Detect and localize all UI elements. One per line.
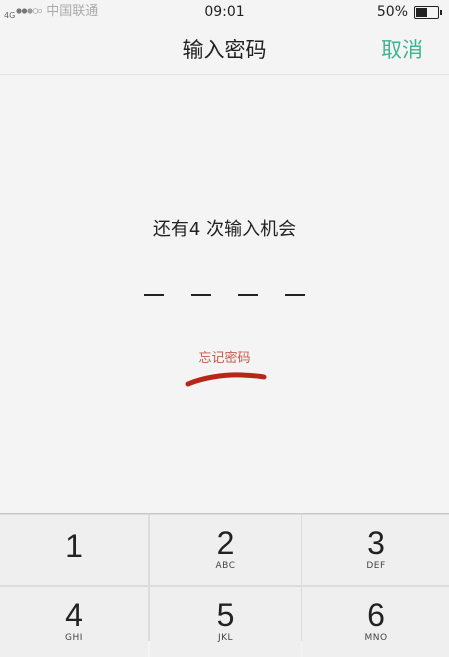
keypad-key-3[interactable]: 3 DEF <box>302 515 449 585</box>
keypad-key-1[interactable]: 1 <box>0 515 148 585</box>
cancel-button[interactable]: 取消 <box>381 34 423 64</box>
numeric-keypad: 1 2 ABC 3 DEF 4 GHI 5 JKL 6 MNO <box>0 513 449 657</box>
battery-status: 50% <box>376 4 442 20</box>
status-bar: 4G 中国联通 09:01 50% <box>0 0 449 26</box>
key-digit: 6 <box>367 597 385 633</box>
keypad-key-5[interactable]: 5 JKL <box>150 587 301 657</box>
key-letters: GHI <box>65 633 83 643</box>
keypad-key-6[interactable]: 6 MNO <box>302 587 449 657</box>
pin-slot <box>285 294 305 296</box>
key-letters: DEF <box>366 561 386 571</box>
keypad-key-2[interactable]: 2 ABC <box>150 515 301 585</box>
key-digit: 3 <box>367 525 385 561</box>
key-letters: MNO <box>364 633 388 643</box>
attempts-remaining-text: 还有4 次输入机会 <box>152 219 297 240</box>
key-digit: 1 <box>65 528 83 564</box>
key-letters: ABC <box>215 561 236 571</box>
pin-slot <box>191 294 211 296</box>
key-digit: 2 <box>216 525 235 561</box>
forgot-password-link[interactable]: 忘记密码 <box>0 347 449 366</box>
red-marker-underline <box>185 372 267 387</box>
key-letters: JKL <box>217 633 234 643</box>
pin-slot <box>238 294 258 296</box>
keypad-key-4[interactable]: 4 GHI <box>0 587 148 657</box>
navigation-bar: 输入密码 取消 <box>0 26 449 75</box>
pin-slot <box>144 294 164 296</box>
key-digit: 4 <box>65 597 83 633</box>
battery-icon <box>414 5 442 19</box>
battery-percent: 50% <box>376 4 408 20</box>
key-digit: 5 <box>216 597 235 633</box>
pin-entry-field[interactable] <box>140 284 310 304</box>
